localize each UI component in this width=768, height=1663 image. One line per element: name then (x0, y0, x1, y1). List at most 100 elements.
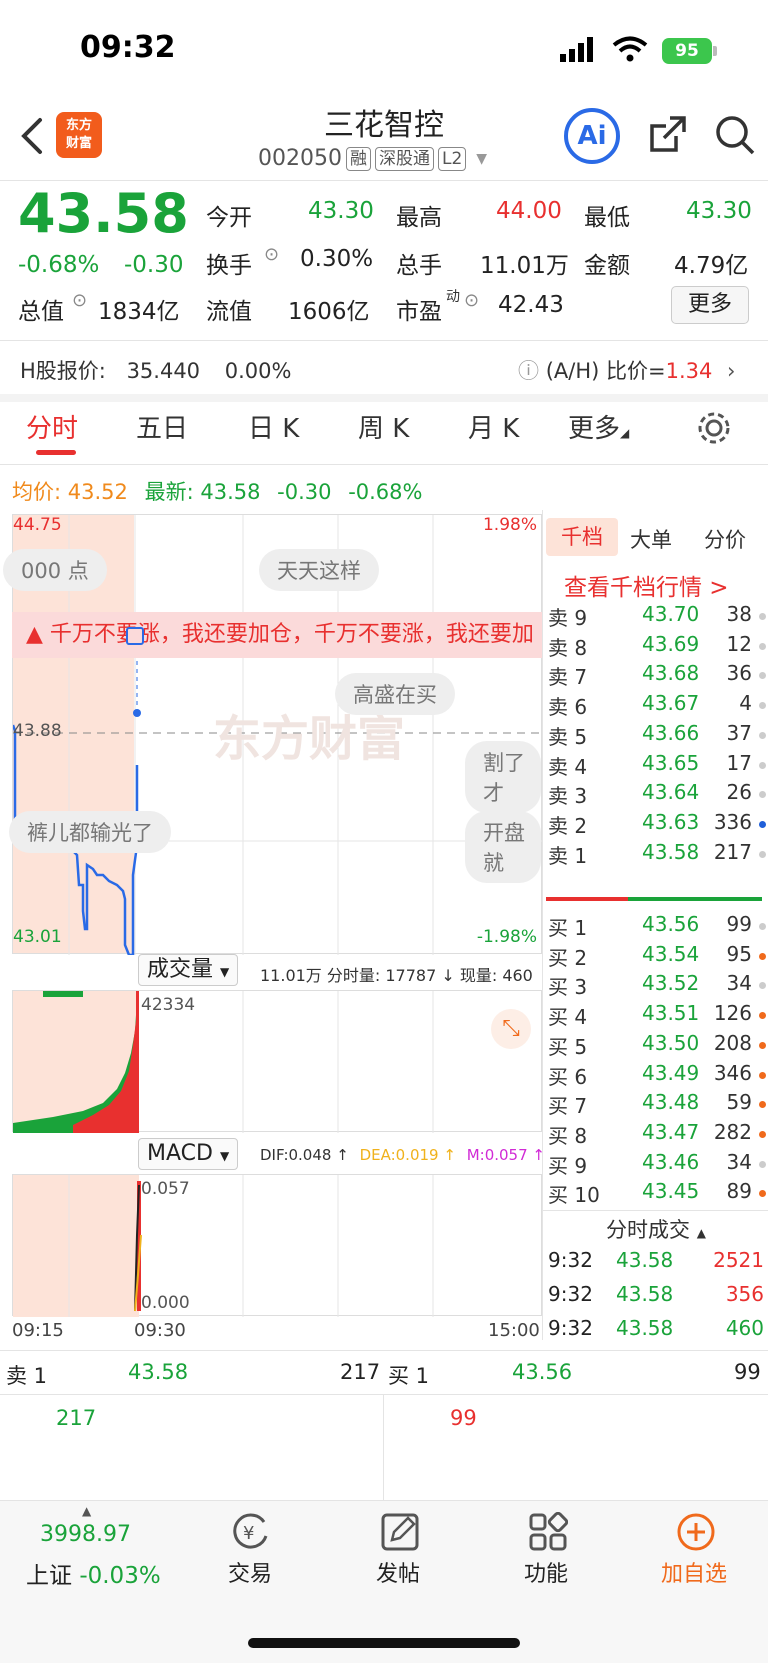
macd-chart[interactable]: 0.057 0.000 (12, 1174, 542, 1317)
svg-text:¥: ¥ (243, 1523, 254, 1544)
scrolling-comment[interactable]: ▲ 千万不要涨，我还要加仓，千万不要涨，我还要加 (12, 612, 542, 658)
bid-level-row[interactable]: 买 10 43.45 89 (546, 1179, 768, 1210)
macd-dea: DEA:0.019 ↑ (359, 1146, 456, 1164)
last-label: 最新: (144, 480, 194, 504)
level-volume: 99 (726, 912, 752, 936)
ai-button[interactable]: Ai (564, 108, 620, 164)
crosshair-marker[interactable] (126, 627, 144, 645)
info-icon[interactable]: ⊙ (264, 244, 279, 265)
level-price: 43.54 (642, 941, 700, 966)
add-circle-icon[interactable] (676, 1512, 716, 1552)
compose-icon[interactable] (380, 1512, 420, 1552)
ask-level-row[interactable]: 卖 4 43.65 17 (546, 751, 768, 782)
bid-level-row[interactable]: 买 6 43.49 346 (546, 1061, 768, 1092)
legend-chg: -0.30 (277, 480, 332, 504)
ask-level-row[interactable]: 卖 8 43.69 12 (546, 632, 768, 663)
bullet-comment[interactable]: 天天这样 (259, 549, 379, 591)
ask-level-row[interactable]: 卖 6 43.67 4 (546, 691, 768, 722)
info-icon[interactable]: ⊙ (464, 290, 479, 311)
bullet-comment[interactable]: 割了才 (465, 741, 541, 813)
more-button[interactable]: 更多 (671, 286, 749, 324)
bid-level-row[interactable]: 买 9 43.46 34 (546, 1150, 768, 1181)
tab-price-dist[interactable]: 分价 (704, 524, 746, 554)
level-label: 卖 6 (548, 695, 588, 720)
trade-time: 9:32 (548, 1282, 593, 1306)
tab-big-orders[interactable]: 大单 (630, 524, 672, 554)
tab-intraday[interactable]: 分时 (26, 408, 78, 445)
ask-level-row[interactable]: 卖 7 43.68 36 (546, 661, 768, 692)
trade-row: 9:32 43.58 2521 (548, 1248, 764, 1280)
nav-post[interactable]: 发帖 (338, 1556, 458, 1588)
ask-level-row[interactable]: 卖 2 43.63 336 (546, 810, 768, 841)
tab-monthly-k[interactable]: 月 K (468, 408, 519, 445)
level-volume: 37 (726, 720, 752, 745)
index-value[interactable]: 3998.97 (40, 1522, 131, 1547)
ask-level-row[interactable]: 卖 1 43.58 217 (546, 840, 768, 871)
bullet-comment[interactable]: 000 点 (3, 549, 107, 591)
level-label: 买 6 (548, 1064, 588, 1089)
open-value: 43.30 (308, 198, 374, 224)
hshare-row[interactable]: H股报价: 35.440 0.00% (20, 355, 291, 385)
bid-level-row[interactable]: 买 1 43.56 99 (546, 912, 768, 943)
trade-volume: 356 (725, 1282, 764, 1306)
view-depth-link[interactable]: 查看千档行情 > (564, 568, 729, 602)
grid-icon[interactable] (528, 1512, 568, 1552)
nav-functions[interactable]: 功能 (486, 1556, 606, 1588)
chevron-down-icon[interactable]: ▼ (476, 151, 487, 167)
float-label: 流值 (206, 299, 252, 325)
level-price: 43.70 (642, 602, 700, 626)
trades-header[interactable]: 分时成交 ▲ (606, 1214, 706, 1244)
ah-ratio-label: (A/H) 比价= (545, 359, 666, 383)
y-axis-prev-close: 43.88 (13, 721, 62, 741)
bullet-comment[interactable]: 裤儿都输光了 (9, 811, 171, 853)
share-icon[interactable] (648, 114, 688, 154)
ask-level-row[interactable]: 卖 9 43.70 38 (546, 602, 768, 633)
tab-weekly-k[interactable]: 周 K (358, 408, 409, 445)
search-icon[interactable] (714, 114, 756, 156)
scrolling-comment-text: 千万不要涨，我还要加仓，千万不要涨，我还要加 (49, 622, 534, 647)
bottom-buy1-price: 43.56 (512, 1360, 573, 1384)
bid-level-row[interactable]: 买 8 43.47 282 (546, 1120, 768, 1151)
bullet-comment[interactable]: 高盛在买 (335, 673, 455, 715)
bid-level-row[interactable]: 买 2 43.54 95 (546, 942, 768, 973)
index-ticker[interactable]: 上证 -0.03% (26, 1556, 161, 1590)
tab-daily-k[interactable]: 日 K (248, 408, 299, 445)
volume-chart[interactable]: 42334 ⤡ (12, 990, 542, 1133)
info-icon[interactable]: ⊙ (72, 290, 87, 311)
mcap-value: 1834亿 (98, 299, 180, 325)
level-indicator-dot (759, 982, 766, 990)
ask-level-row[interactable]: 卖 5 43.66 37 (546, 721, 768, 752)
bid-level-row[interactable]: 买 5 43.50 208 (546, 1031, 768, 1062)
ah-ratio[interactable]: ⓘ (A/H) 比价=1.34 › (518, 355, 735, 385)
expand-icon[interactable]: ⤡ (491, 1009, 531, 1049)
volume-indicator-dropdown[interactable]: 成交量 ▼ (138, 954, 239, 986)
bullet-comment[interactable]: 开盘就 (465, 811, 541, 883)
tab-more[interactable]: 更多◢ (568, 408, 629, 445)
tab-five-day[interactable]: 五日 (136, 408, 188, 445)
level-indicator-dot (759, 702, 766, 710)
bid-level-row[interactable]: 买 3 43.52 34 (546, 971, 768, 1002)
bottom-buy1-vol: 99 (734, 1360, 761, 1384)
bottom-sell1-vol: 217 (340, 1360, 381, 1384)
bid-level-row[interactable]: 买 7 43.48 59 (546, 1090, 768, 1121)
intraday-chart[interactable]: 东方财富 44.75 43.88 43.01 1.98% -1.98% 000 … (3, 514, 543, 955)
float-value: 1606亿 (288, 299, 370, 325)
level-volume: 36 (726, 661, 752, 686)
bid-level-row[interactable]: 买 4 43.51 126 (546, 1001, 768, 1032)
gear-icon[interactable] (696, 410, 732, 446)
amount-label: 金额 (584, 253, 630, 279)
volume-max: 42334 (141, 995, 196, 1015)
level-indicator-dot (759, 1160, 766, 1168)
macd-indicator-dropdown[interactable]: MACD ▼ (138, 1138, 239, 1170)
tag-connect: 深股通 (374, 146, 434, 171)
volume-info-text: 11.01万 分时量: 17787 ↓ 现量: 460 (260, 966, 533, 985)
level-volume: 4 (739, 691, 752, 716)
trade-icon[interactable]: ¥ (230, 1512, 272, 1552)
ask-level-row[interactable]: 卖 3 43.64 26 (546, 780, 768, 811)
nav-add-watchlist[interactable]: 加自选 (634, 1556, 754, 1588)
tab-full-depth[interactable]: 千档 (546, 518, 618, 556)
divider (0, 340, 768, 341)
nav-trade[interactable]: 交易 (190, 1556, 310, 1588)
level-volume: 126 (713, 1001, 752, 1026)
last-price: 43.58 (18, 182, 189, 245)
